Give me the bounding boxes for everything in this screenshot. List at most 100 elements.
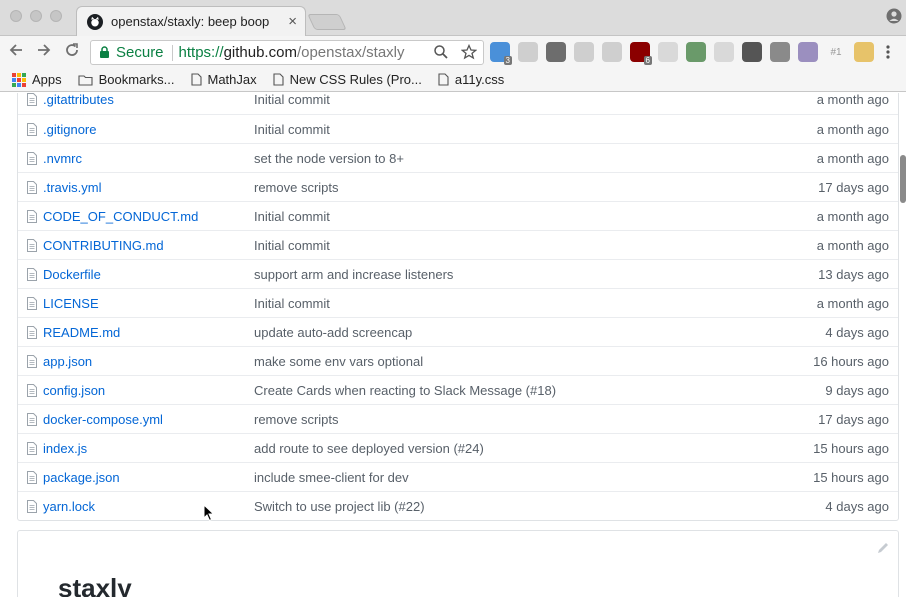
commit-age: 15 hours ago bbox=[813, 469, 889, 485]
commit-age: 13 days ago bbox=[818, 266, 889, 282]
circle-extension-icon[interactable] bbox=[574, 42, 594, 62]
file-icon bbox=[27, 384, 37, 397]
file-name-link[interactable]: app.json bbox=[43, 354, 92, 369]
bookmark-label: a11y.css bbox=[454, 72, 505, 87]
maximize-window-button[interactable] bbox=[50, 10, 62, 22]
bookmark-folder[interactable]: Bookmarks... bbox=[78, 72, 175, 87]
commit-message-link[interactable]: Initial commit bbox=[254, 122, 330, 137]
page-content: .gitattributes Initial commit a month ago.… bbox=[0, 93, 906, 597]
file-name-link[interactable]: Dockerfile bbox=[43, 267, 101, 282]
file-icon bbox=[27, 500, 37, 513]
file-name-link[interactable]: docker-compose.yml bbox=[43, 412, 163, 427]
commit-message-link[interactable]: include smee-client for dev bbox=[254, 470, 409, 485]
extensions-bar: 3 6 #1 bbox=[490, 42, 874, 65]
file-name-link[interactable]: config.json bbox=[43, 383, 105, 398]
file-name-link[interactable]: yarn.lock bbox=[43, 499, 95, 514]
search-icon[interactable] bbox=[433, 44, 449, 60]
file-icon bbox=[27, 326, 37, 339]
browser-titlebar: openstax/staxly: beep boop × bbox=[0, 0, 906, 36]
commit-message-link[interactable]: update auto-add screencap bbox=[254, 325, 412, 340]
menu-icon[interactable] bbox=[886, 44, 890, 64]
commit-message-link[interactable]: make some env vars optional bbox=[254, 354, 423, 369]
commit-message-link[interactable]: Initial commit bbox=[254, 238, 330, 253]
tab-close-icon[interactable]: × bbox=[288, 14, 297, 29]
face-extension-icon[interactable] bbox=[854, 42, 874, 62]
file-list: .gitattributes Initial commit a month ago.… bbox=[17, 93, 899, 521]
reader-extension-icon[interactable] bbox=[602, 42, 622, 62]
commit-message-link[interactable]: remove scripts bbox=[254, 412, 339, 427]
commit-age: a month ago bbox=[816, 121, 889, 137]
file-name-link[interactable]: index.js bbox=[43, 441, 87, 456]
url-host: github.com bbox=[223, 44, 297, 61]
file-name-link[interactable]: LICENSE bbox=[43, 296, 99, 311]
commit-message-link[interactable]: Create Cards when reacting to Slack Mess… bbox=[254, 383, 556, 398]
back-button[interactable] bbox=[6, 42, 26, 62]
pencil-icon[interactable] bbox=[876, 541, 890, 555]
gear-extension-icon[interactable] bbox=[658, 42, 678, 62]
commit-age: 4 days ago bbox=[825, 498, 889, 514]
commit-message-link[interactable]: Initial commit bbox=[254, 209, 330, 224]
mouse-cursor-icon bbox=[203, 504, 215, 522]
url-path: /openstax/staxly bbox=[296, 44, 405, 61]
readme-box: staxly bbox=[17, 530, 899, 597]
s-extension-icon[interactable]: 3 bbox=[490, 42, 512, 65]
close-window-button[interactable] bbox=[10, 10, 22, 22]
address-bar[interactable]: Secure https:// github.com /openstax/sta… bbox=[90, 40, 484, 65]
file-row: .gitattributes Initial commit a month ago bbox=[18, 93, 898, 114]
ublock-icon[interactable]: 6 bbox=[630, 42, 652, 65]
file-icon bbox=[27, 123, 37, 136]
extension-badge: 6 bbox=[643, 56, 652, 65]
commit-age: 4 days ago bbox=[825, 324, 889, 340]
bookmark-star-icon[interactable] bbox=[461, 44, 477, 60]
forward-button[interactable] bbox=[34, 42, 54, 62]
bookmark-a11y-css[interactable]: a11y.css bbox=[438, 72, 504, 87]
file-name-link[interactable]: CODE_OF_CONDUCT.md bbox=[43, 209, 198, 224]
bookmark-mathjax[interactable]: MathJax bbox=[190, 72, 257, 87]
reload-button[interactable] bbox=[62, 42, 82, 62]
chat-extension-icon[interactable] bbox=[518, 42, 538, 62]
file-row: config.json Create Cards when reacting to… bbox=[18, 375, 898, 404]
profile-icon[interactable] bbox=[886, 8, 902, 24]
file-name-link[interactable]: .gitignore bbox=[43, 122, 96, 137]
green-ball-extension-icon[interactable] bbox=[686, 42, 706, 62]
file-name-link[interactable]: CONTRIBUTING.md bbox=[43, 238, 164, 253]
bookmark-apps[interactable]: Apps bbox=[12, 72, 62, 87]
commit-message-link[interactable]: Initial commit bbox=[254, 93, 330, 107]
file-row: package.json include smee-client for dev 1… bbox=[18, 462, 898, 491]
wrench-extension-icon[interactable] bbox=[546, 42, 566, 62]
scrollbar-thumb[interactable] bbox=[900, 155, 906, 203]
file-icon bbox=[27, 471, 37, 484]
commit-message-link[interactable]: remove scripts bbox=[254, 180, 339, 195]
new-tab-button[interactable] bbox=[307, 14, 347, 30]
commit-age: 16 hours ago bbox=[813, 353, 889, 369]
bars-extension-icon[interactable] bbox=[742, 42, 762, 62]
commit-message-link[interactable]: add route to see deployed version (#24) bbox=[254, 441, 484, 456]
bug-extension-icon[interactable] bbox=[798, 42, 818, 62]
bookmark-label: New CSS Rules (Pro... bbox=[289, 72, 422, 87]
image-extension-icon[interactable] bbox=[714, 42, 734, 62]
w-extension-icon[interactable] bbox=[770, 42, 790, 62]
file-row: docker-compose.yml remove scripts 17 days … bbox=[18, 404, 898, 433]
commit-message-link[interactable]: Initial commit bbox=[254, 296, 330, 311]
file-name-link[interactable]: README.md bbox=[43, 325, 120, 340]
hash-extension-icon[interactable]: #1 bbox=[826, 42, 846, 62]
commit-message-link[interactable]: set the node version to 8+ bbox=[254, 151, 404, 166]
page-icon bbox=[273, 73, 284, 86]
bookmark-label: Apps bbox=[32, 72, 62, 87]
secure-label: Secure bbox=[116, 44, 164, 61]
commit-age: 17 days ago bbox=[818, 179, 889, 195]
file-name-link[interactable]: package.json bbox=[43, 470, 120, 485]
file-icon bbox=[27, 268, 37, 281]
tab-title: openstax/staxly: beep boop bbox=[111, 14, 270, 29]
file-name-link[interactable]: .travis.yml bbox=[43, 180, 102, 195]
bookmark-new-css-rules[interactable]: New CSS Rules (Pro... bbox=[273, 72, 422, 87]
file-name-link[interactable]: .nvmrc bbox=[43, 151, 82, 166]
folder-icon bbox=[78, 74, 93, 86]
browser-tab[interactable]: openstax/staxly: beep boop × bbox=[76, 6, 306, 36]
commit-message-link[interactable]: support arm and increase listeners bbox=[254, 267, 453, 282]
file-name-link[interactable]: .gitattributes bbox=[43, 93, 114, 107]
commit-message-link[interactable]: Switch to use project lib (#22) bbox=[254, 499, 425, 514]
file-row: README.md update auto-add screencap 4 days… bbox=[18, 317, 898, 346]
minimize-window-button[interactable] bbox=[30, 10, 42, 22]
file-icon bbox=[27, 355, 37, 368]
